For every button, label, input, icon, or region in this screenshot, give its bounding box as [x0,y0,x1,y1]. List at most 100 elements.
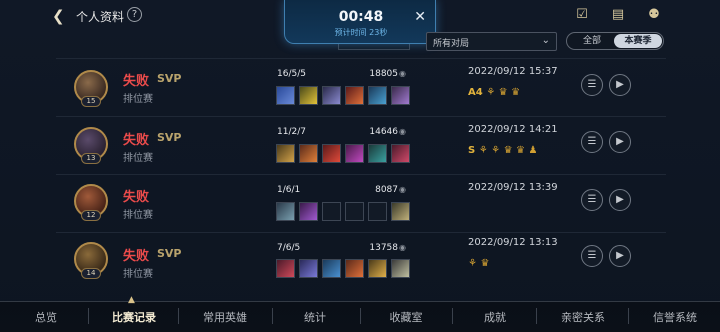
list-icon[interactable]: ☰ [581,74,603,96]
nav-separator [452,308,453,324]
nav-item-collection[interactable]: 收藏室 [378,302,434,332]
item-icon [276,86,295,105]
honor-badges: ⚘ ♛ [468,258,490,269]
kda: 1/6/1 [277,185,301,195]
avatar-level: 14 [81,268,101,279]
divider [56,232,666,233]
item-icon [299,202,318,221]
divider [56,174,666,175]
match-row[interactable]: 13 失败 SVP 排位赛 11/2/7 14646◉ 2022/09/12 1… [0,118,720,174]
avatar-level: 13 [81,153,101,164]
nav-separator [88,308,89,324]
item-icon [391,86,410,105]
match-result: 失败 [123,190,150,205]
nav-active-caret-icon: ▲ [128,295,135,305]
item-icon [276,202,295,221]
nav-separator [272,308,273,324]
empty-item-slot [322,202,341,221]
match-result: 失败 [123,133,150,148]
item-icon [345,259,364,278]
matchmaking-timer-popup: 00:48 预计时间 23秒 ✕ [284,0,436,44]
coin-icon: ◉ [399,69,406,78]
replay-icon[interactable]: ▶ [609,131,631,153]
checklist-icon[interactable]: ☑ [574,7,590,22]
list-icon[interactable]: ☰ [581,131,603,153]
match-mode: 排位赛 [123,153,153,164]
item-icon [276,144,295,163]
match-result: 失败 [123,249,150,264]
coin-icon: ◉ [399,127,406,136]
match-score: 18805◉ [369,69,406,79]
divider [56,116,666,117]
item-icon [391,144,410,163]
item-icon [391,259,410,278]
friends-icon[interactable]: ⚉ [646,7,662,22]
match-date: 2022/09/12 14:21 [468,124,558,135]
match-row[interactable]: 14 失败 SVP 排位赛 7/6/5 13758◉ 2022/09/12 13… [0,234,720,290]
honor-badges: A4 ⚘ ♛ ♛ [468,87,521,98]
nav-item-match-history[interactable]: 比赛记录 [103,302,165,332]
kda: 16/5/5 [277,69,306,79]
item-icon [391,202,410,221]
replay-icon[interactable]: ▶ [609,189,631,211]
nav-separator [536,308,537,324]
match-mode: 排位赛 [123,269,153,280]
item-icon [299,86,318,105]
kda: 7/6/5 [277,243,301,253]
replay-icon[interactable]: ▶ [609,245,631,267]
back-chevron-icon[interactable]: ❮ [52,7,65,25]
item-icon [322,86,341,105]
kda: 11/2/7 [277,127,306,137]
match-date: 2022/09/12 15:37 [468,66,558,77]
divider [56,58,666,59]
match-date: 2022/09/12 13:39 [468,182,558,193]
match-row[interactable]: 15 失败 SVP 排位赛 16/5/5 18805◉ 2022/09/12 1… [0,60,720,116]
match-date: 2022/09/12 13:13 [468,237,558,248]
item-icon [322,259,341,278]
match-score: 8087◉ [375,185,406,195]
svp-badge: SVP [157,131,182,144]
match-type-value: 所有对局 [433,39,470,49]
timer-estimate-label: 预计时间 23秒 [334,28,388,37]
page-title: 个人资料 [76,10,125,24]
match-row[interactable]: 12 失败 排位赛 1/6/1 8087◉ 2022/09/12 13:39 ☰… [0,176,720,232]
item-icon [322,144,341,163]
nav-item-stats[interactable]: 统计 [290,302,340,332]
chevron-down-icon: ⌄ [541,35,550,46]
list-icon[interactable]: ☰ [581,189,603,211]
match-mode: 排位赛 [123,94,153,105]
nav-item-overview[interactable]: 总览 [18,302,74,332]
svp-badge: SVP [157,72,182,85]
match-type-dropdown[interactable]: 所有对局 ⌄ [426,32,557,51]
svp-badge: SVP [157,247,182,260]
empty-item-slot [368,202,387,221]
item-icon [368,144,387,163]
match-mode: 排位赛 [123,210,153,221]
nav-separator [628,308,629,324]
nav-item-common-heroes[interactable]: 常用英雄 [192,302,258,332]
honor-badges: S ⚘ ⚘ ♛ ♛ ♟ [468,145,538,156]
segment-all[interactable]: 全部 [568,34,616,48]
close-icon[interactable]: ✕ [414,9,426,25]
nav-item-achievements[interactable]: 成就 [470,302,520,332]
help-icon[interactable]: ? [127,7,142,22]
item-icon [276,259,295,278]
nav-separator [178,308,179,324]
replay-icon[interactable]: ▶ [609,74,631,96]
item-icon [345,86,364,105]
item-icon [368,86,387,105]
list-icon[interactable]: ☰ [581,245,603,267]
item-icon [345,144,364,163]
nav-item-relationships[interactable]: 亲密关系 [550,302,616,332]
avatar-level: 15 [81,96,101,107]
match-score: 14646◉ [369,127,406,137]
avatar-level: 12 [81,210,101,221]
item-icon [299,144,318,163]
coin-icon: ◉ [399,243,406,252]
segment-this-season[interactable]: 本赛季 [614,34,662,48]
empty-item-slot [345,202,364,221]
nav-item-credit-system[interactable]: 信誉系统 [642,302,708,332]
item-icon [368,259,387,278]
chat-icon[interactable]: ▤ [610,7,626,22]
item-icon [299,259,318,278]
